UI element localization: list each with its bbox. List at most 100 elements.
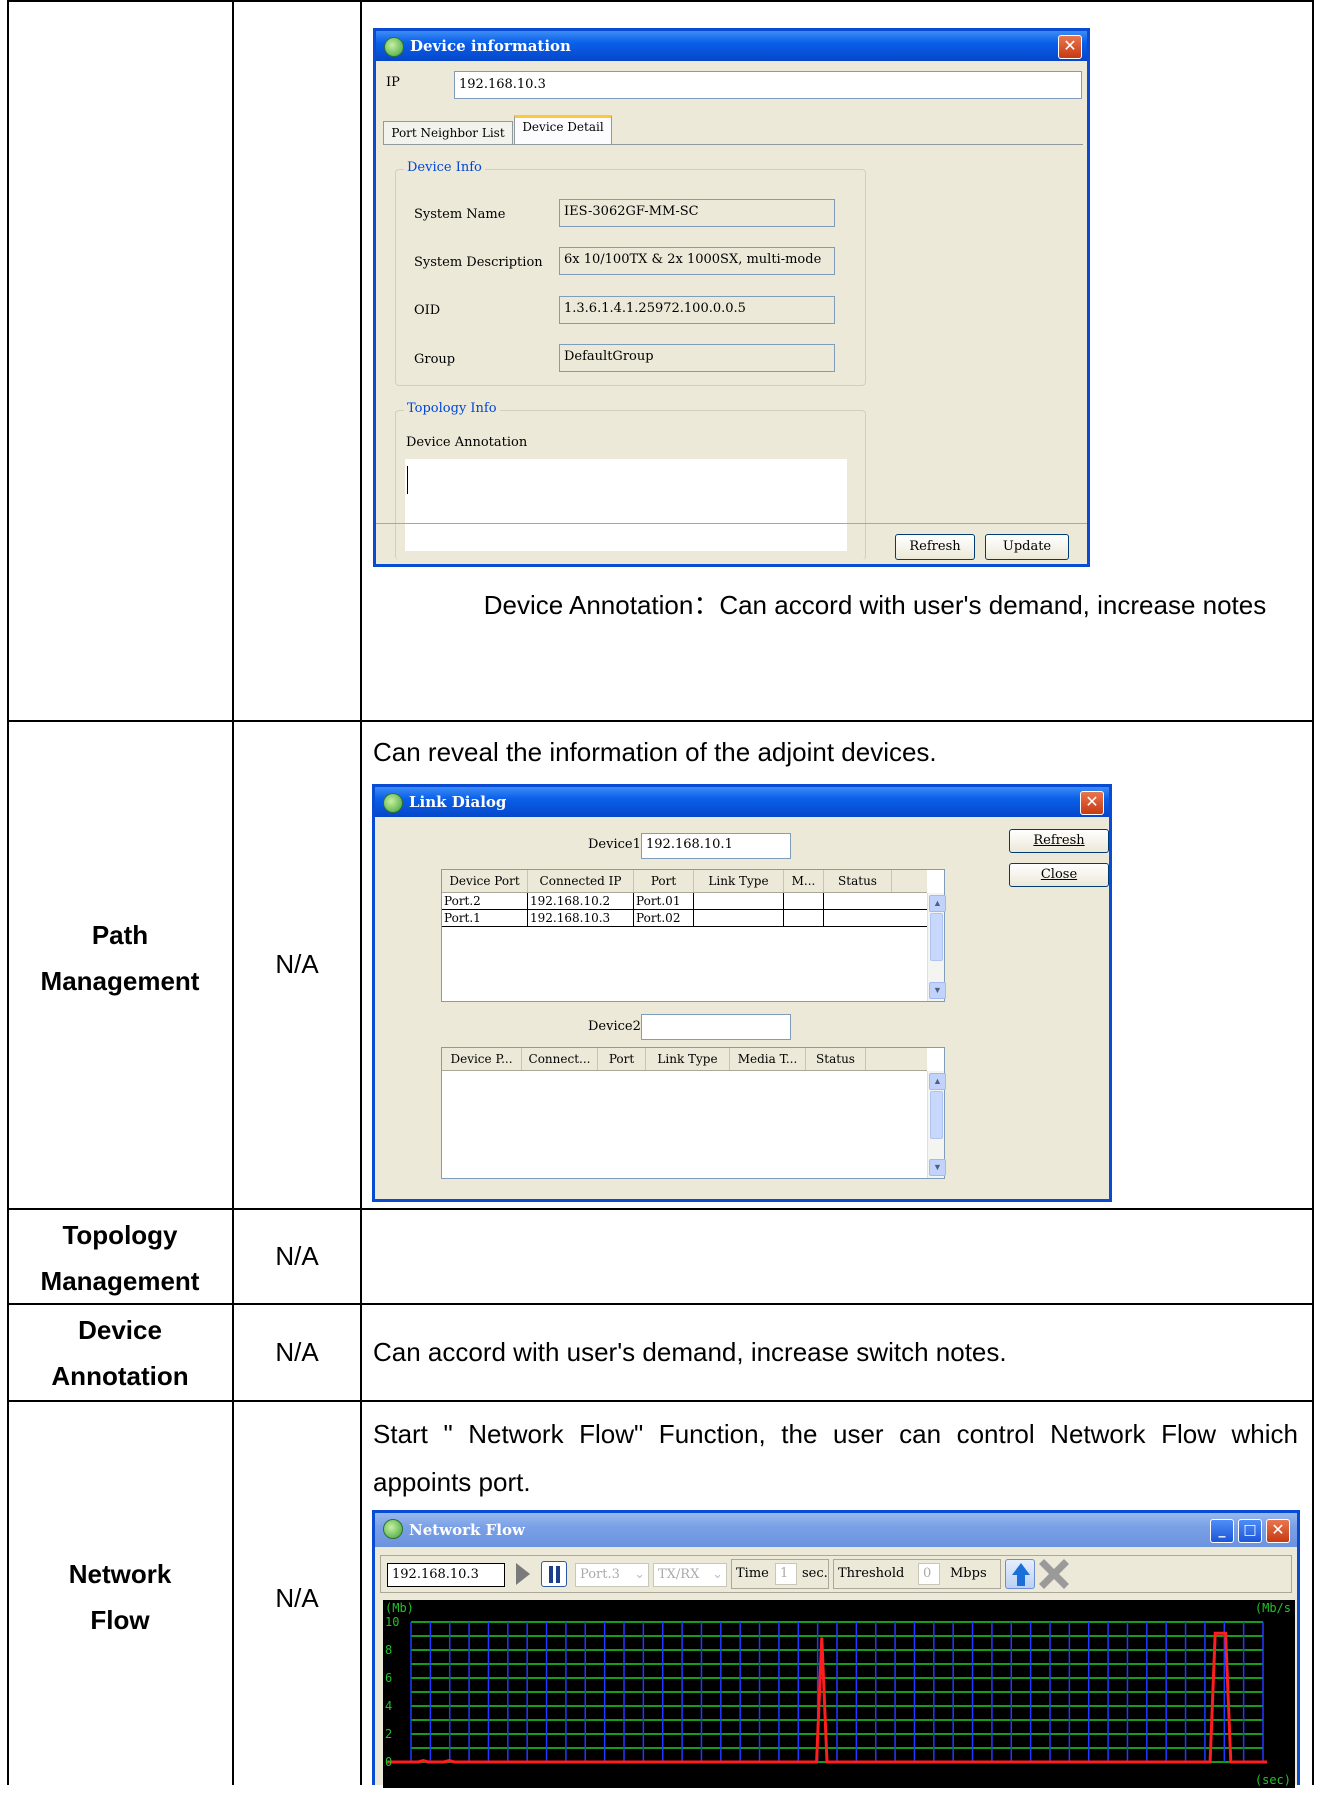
export-icon[interactable] [1005,1559,1035,1589]
network-flow-chart: (Mb) (Mb/s (sec) 10 8 6 4 2 0 [383,1600,1295,1788]
row-value-topology-management: N/A [275,1241,319,1271]
table-divider-1 [232,0,234,1785]
col-status[interactable]: Status [824,870,892,892]
device-annotation-label: Device Annotation [406,435,528,450]
cell: 192.168.10.2 [528,893,634,910]
table-row[interactable]: Port.1 192.168.10.3 Port.02 [442,910,928,927]
close-button[interactable]: Close [1009,863,1109,887]
col-port[interactable]: Port [598,1048,646,1070]
time-field[interactable]: 1 [775,1563,797,1585]
tab-port-neighbor-list[interactable]: Port Neighbor List [383,121,513,145]
device-information-titlebar: Device information ✕ [376,31,1087,61]
table-row[interactable]: Port.2 192.168.10.2 Port.01 [442,893,928,910]
minimize-icon[interactable]: _ [1210,1519,1234,1543]
system-description-field: 6x 10/100TX & 2x 1000SX, multi-mode [559,247,835,275]
col-port[interactable]: Port [634,870,694,892]
row-label-topology-management: Topology Management [40,1220,200,1296]
row-value-path-management: N/A [275,949,319,979]
cell [824,910,928,927]
cell [784,893,824,910]
table-divider-2 [360,0,362,1785]
link-dialog-titlebar: Link Dialog ✕ [375,787,1109,817]
row-label-network-flow: Network Flow [68,1559,172,1635]
oid-label: OID [414,303,441,318]
port-select-value: Port.3 [580,1567,620,1582]
group-field: DefaultGroup [559,344,835,372]
tab-device-detail[interactable]: Device Detail [514,115,612,145]
col-link-type[interactable]: Link Type [694,870,784,892]
row-value-device-annotation: N/A [275,1337,319,1367]
cell [784,910,824,927]
play-icon[interactable] [516,1563,530,1585]
chevron-down-icon: ⌄ [634,1567,645,1582]
y-tick-label: 6 [385,1671,392,1685]
time-label: Time [736,1566,769,1581]
app-icon [383,1519,403,1539]
device-annotation-textarea[interactable] [405,459,847,551]
window-title: Device information [410,37,571,55]
close-icon[interactable]: ✕ [1080,791,1104,815]
col-device-port[interactable]: Device Port [442,870,528,892]
flow-chart-svg: (Mb) (Mb/s (sec) 1086420 [385,1601,1291,1787]
ip-field[interactable]: 192.168.10.3 [387,1563,505,1587]
col-status[interactable]: Status [806,1048,866,1070]
y-tick-label: 4 [385,1699,392,1713]
system-description-label: System Description [414,255,543,270]
pause-icon[interactable] [541,1561,567,1587]
path-management-description: Can reveal the information of the adjoin… [373,737,937,767]
system-name-label: System Name [414,207,506,222]
refresh-button[interactable]: Refresh [1009,829,1109,853]
cell [694,910,784,927]
y-tick-label: 0 [385,1755,392,1769]
vertical-scrollbar[interactable]: ▲ ▼ [927,1071,946,1178]
link-table-1-header: Device Port Connected IP Port Link Type … [442,870,927,893]
network-flow-description: Start " Network Flow" Function, the user… [373,1419,1298,1497]
scroll-up-icon[interactable]: ▲ [929,895,946,912]
mbps-label: Mbps [950,1566,987,1581]
row-value-network-flow: N/A [275,1583,319,1613]
link-table-2-header: Device P... Connect... Port Link Type Me… [442,1048,927,1071]
ip-label: IP [386,75,400,90]
time-group: Time 1 sec. [731,1559,829,1589]
chart-right-unit: (Mb/s [1255,1601,1291,1615]
close-icon[interactable]: ✕ [1058,35,1082,59]
col-device-port[interactable]: Device P... [442,1048,522,1070]
col-connected-ip[interactable]: Connected IP [528,870,634,892]
device2-field[interactable] [641,1014,791,1040]
vertical-scrollbar[interactable]: ▲ ▼ [927,893,946,1001]
col-media-type[interactable]: Media T... [730,1048,806,1070]
refresh-button[interactable]: Refresh [895,534,975,560]
network-flow-titlebar: Network Flow _ □ ✕ [375,1513,1297,1547]
scroll-down-icon[interactable]: ▼ [929,982,946,999]
cell: Port.02 [634,910,694,927]
device1-field[interactable]: 192.168.10.1 [641,833,791,859]
device1-label: Device1 [588,837,641,852]
cell [824,893,928,910]
direction-select[interactable]: TX/RX ⌄ [653,1563,727,1587]
maximize-icon[interactable]: □ [1238,1519,1262,1543]
threshold-label: Threshold [838,1566,905,1581]
col-link-type[interactable]: Link Type [646,1048,730,1070]
col-connected[interactable]: Connect... [522,1048,598,1070]
scroll-thumb[interactable] [930,1091,943,1139]
ip-field[interactable]: 192.168.10.3 [454,71,1082,99]
scroll-down-icon[interactable]: ▼ [929,1159,946,1176]
close-icon[interactable]: ✕ [1266,1519,1290,1543]
port-select[interactable]: Port.3 ⌄ [575,1563,649,1587]
row-label-path-management: Path Management [40,920,200,996]
link-table-1: Device Port Connected IP Port Link Type … [441,869,946,1002]
col-media[interactable]: M... [784,870,824,892]
topology-info-group-title: Topology Info [404,401,500,416]
scroll-up-icon[interactable]: ▲ [929,1073,946,1090]
delete-icon[interactable] [1039,1559,1069,1589]
scroll-thumb[interactable] [930,913,943,961]
system-name-field: IES-3062GF-MM-SC [559,199,835,227]
update-button[interactable]: Update [985,534,1069,560]
table-border-right [1312,0,1314,1785]
sec-label: sec. [802,1566,828,1581]
cell: Port.01 [634,893,694,910]
table-border-top [7,0,1314,2]
tab-divider [383,144,1083,145]
window-title: Network Flow [409,1521,525,1539]
threshold-field[interactable]: 0 [918,1563,940,1585]
